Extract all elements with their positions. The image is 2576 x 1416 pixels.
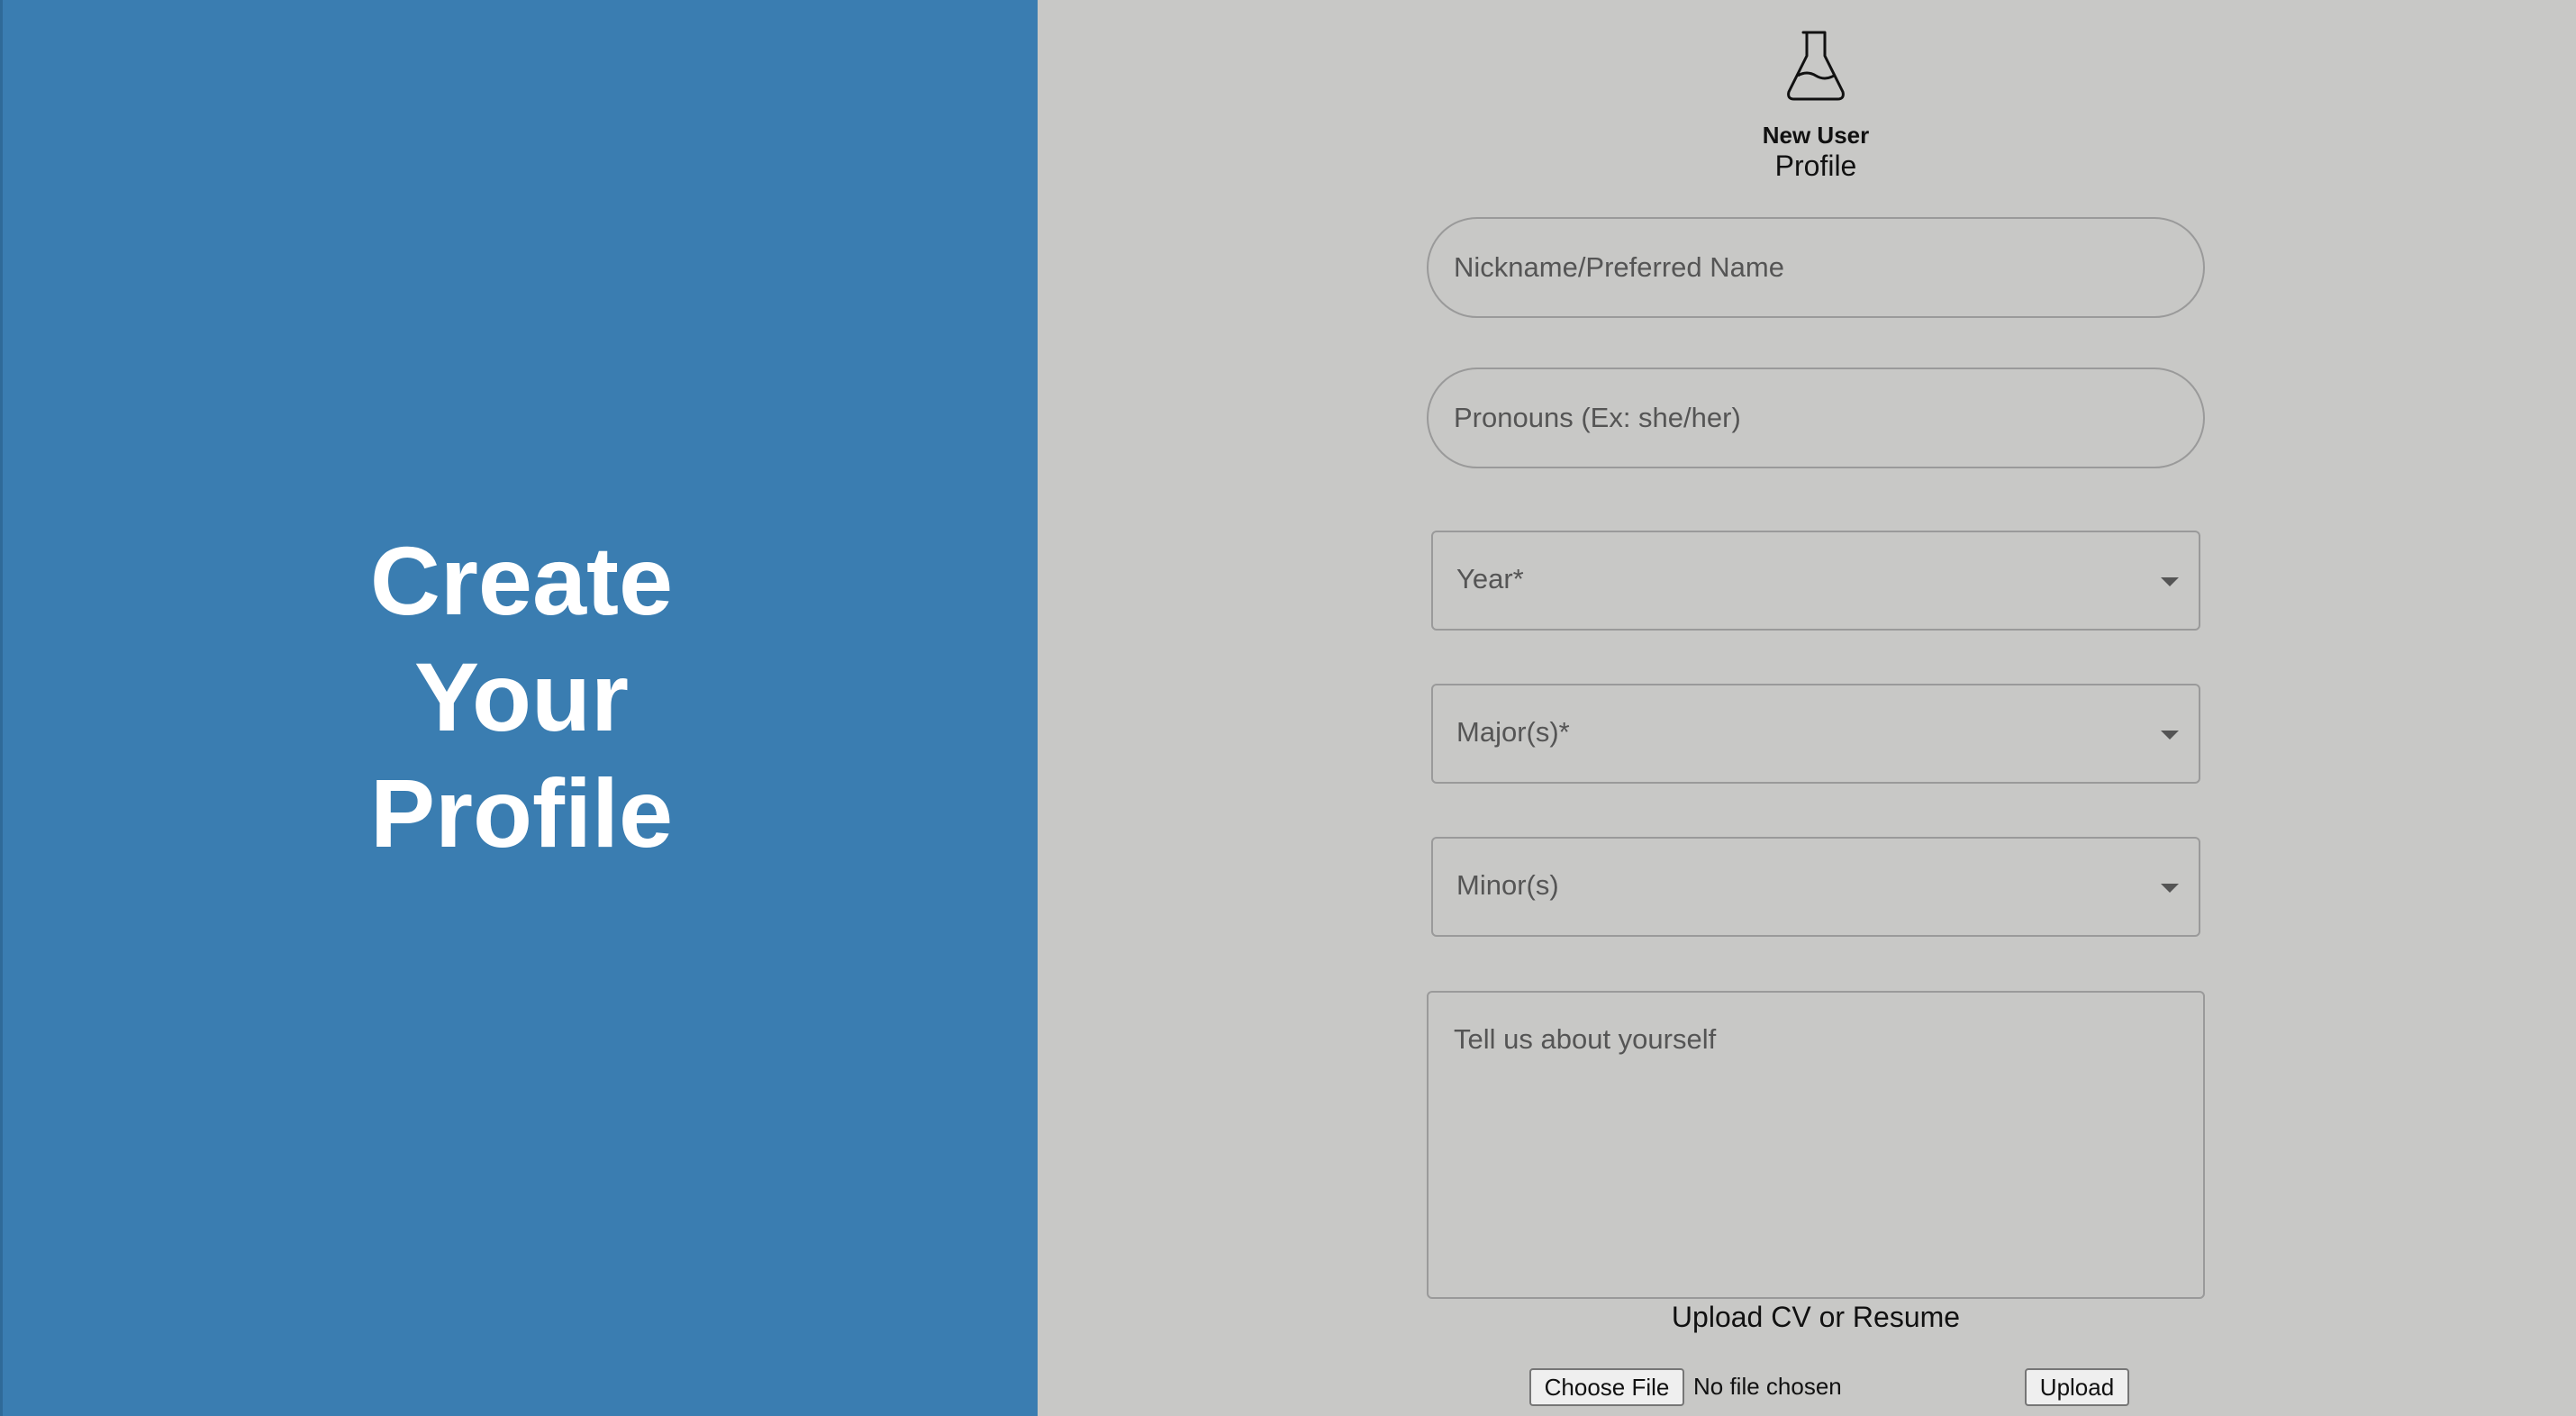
left-hero-panel: Create Your Profile — [0, 0, 1038, 1416]
hero-line-3: Profile — [369, 758, 674, 867]
about-textarea[interactable] — [1427, 991, 2205, 1299]
chevron-down-icon — [2161, 731, 2179, 740]
major-select-label: Major(s)* — [1456, 716, 1570, 748]
pronouns-input[interactable] — [1427, 368, 2205, 468]
flask-icon — [1783, 29, 1848, 104]
file-status-text: No file chosen — [1693, 1373, 1842, 1400]
nickname-input[interactable] — [1427, 217, 2205, 318]
choose-file-button[interactable]: Choose File — [1529, 1368, 1684, 1406]
hero-line-1: Create — [369, 526, 674, 635]
minor-select-label: Minor(s) — [1456, 869, 1559, 901]
year-select-label: Year* — [1456, 563, 1524, 595]
hero-line-2: Your — [414, 642, 629, 751]
chevron-down-icon — [2161, 577, 2179, 586]
major-select[interactable]: Major(s)* — [1431, 684, 2200, 784]
subtitle-new-user: New User — [1762, 122, 1870, 149]
upload-button[interactable]: Upload — [2025, 1368, 2129, 1406]
minor-select[interactable]: Minor(s) — [1431, 837, 2200, 937]
year-select[interactable]: Year* — [1431, 531, 2200, 631]
upload-cv-label: Upload CV or Resume — [1671, 1301, 1961, 1333]
subtitle-profile: Profile — [1774, 150, 1857, 182]
chevron-down-icon — [2161, 884, 2179, 893]
hero-title: Create Your Profile — [3, 522, 1040, 871]
